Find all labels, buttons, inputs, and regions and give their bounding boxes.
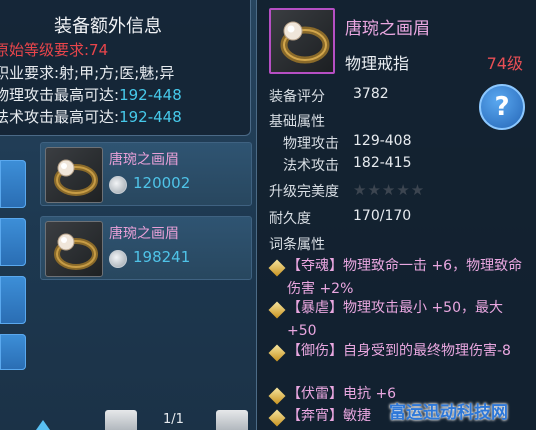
question-icon[interactable]: ? <box>479 84 525 130</box>
phys-attack-max-label: 物理攻击最高可达: <box>0 86 120 104</box>
left-tab[interactable] <box>0 218 26 266</box>
ring-icon <box>45 221 103 277</box>
ring-icon <box>45 147 103 203</box>
left-tab[interactable] <box>0 160 26 208</box>
affix-diamond-icon <box>268 259 286 277</box>
phys-attack-max-value: 192-448 <box>119 86 182 104</box>
affix-diamond-icon <box>268 387 286 405</box>
item-card[interactable]: 唐琬之画眉 198241 <box>40 216 252 280</box>
next-page-button[interactable] <box>216 410 248 430</box>
affix-line: 【御伤】自身受到的最终物理伤害-8 <box>287 340 527 363</box>
item-card[interactable]: 唐琬之画眉 120002 <box>40 142 252 206</box>
affix-diamond-icon <box>268 409 286 427</box>
affix-diamond-icon <box>268 344 286 362</box>
affix-tag: 【御伤】 <box>287 343 343 359</box>
durability-value: 170/170 <box>353 208 412 224</box>
durability-label: 耐久度 <box>269 211 311 227</box>
phys-attack-value: 129-408 <box>353 133 412 149</box>
extra-info-panel: 装备额外信息 原始等级要求:74 职业要求:射;甲;方;医;魅;异 物理攻击最高… <box>0 0 251 136</box>
prev-page-button[interactable] <box>105 410 137 430</box>
item-title: 唐琬之画眉 <box>345 19 430 39</box>
magic-attack-value: 182-415 <box>353 155 412 171</box>
page-indicator: 1/1 <box>163 412 184 427</box>
affix-diamond-icon <box>268 301 286 319</box>
magic-attack-label: 法术攻击 <box>283 158 339 174</box>
item-name: 唐琬之画眉 <box>109 226 179 242</box>
item-tooltip: 唐琬之画眉 物理戒指 74级 ? 装备评分 3782 基础属性 物理攻击 129… <box>256 0 536 430</box>
item-level: 74级 <box>486 54 523 73</box>
phys-attack-label: 物理攻击 <box>283 136 339 152</box>
level-requirement: 原始等级要求:74 <box>0 41 109 59</box>
phys-attack-max-row: 物理攻击最高可达:192-448 <box>0 84 182 105</box>
pagination-bar: 1/1 <box>30 410 255 430</box>
coin-icon <box>109 176 127 194</box>
magic-attack-max-row: 法术攻击最高可达:192-448 <box>0 106 182 127</box>
upgrade-perfection-label: 升级完美度 <box>269 184 339 200</box>
magic-attack-max-label: 法术攻击最高可达: <box>0 108 120 126</box>
affix-line: 【夺魂】物理致命一击 +6，物理致命伤害 +2% <box>287 255 527 301</box>
affix-tag: 【夺魂】 <box>287 258 343 274</box>
class-requirement: 职业要求:射;甲;方;医;魅;异 <box>0 64 175 82</box>
affix-text: 自身受到的最终物理伤害-8 <box>343 343 511 359</box>
left-tab[interactable] <box>0 276 26 324</box>
base-attributes-label: 基础属性 <box>269 114 325 130</box>
extra-info-title: 装备额外信息 <box>54 16 162 37</box>
item-name: 唐琬之画眉 <box>109 152 179 168</box>
score-value: 3782 <box>353 86 389 102</box>
score-label: 装备评分 <box>269 89 325 105</box>
watermark-text: 富运迅动科技网 <box>389 403 508 423</box>
affix-tag: 【奔宵】 <box>287 408 343 424</box>
affix-tag: 【暴虐】 <box>287 300 343 316</box>
item-icon-large <box>269 8 335 74</box>
affix-line: 【暴虐】物理攻击最小 +50，最大 +50 <box>287 297 527 343</box>
item-price: 198241 <box>133 248 191 266</box>
affix-attributes-label: 词条属性 <box>269 237 325 253</box>
item-type: 物理戒指 <box>345 54 410 73</box>
affix-tag: 【伏雷】 <box>287 386 343 402</box>
coin-icon <box>109 250 127 268</box>
item-price: 120002 <box>133 174 191 192</box>
magic-attack-max-value: 192-448 <box>119 108 182 126</box>
affix-text: 敏捷 <box>343 408 371 424</box>
upgrade-stars: ★★★★★ <box>353 181 426 199</box>
left-tab-strip <box>0 120 28 380</box>
left-tab[interactable] <box>0 334 26 370</box>
